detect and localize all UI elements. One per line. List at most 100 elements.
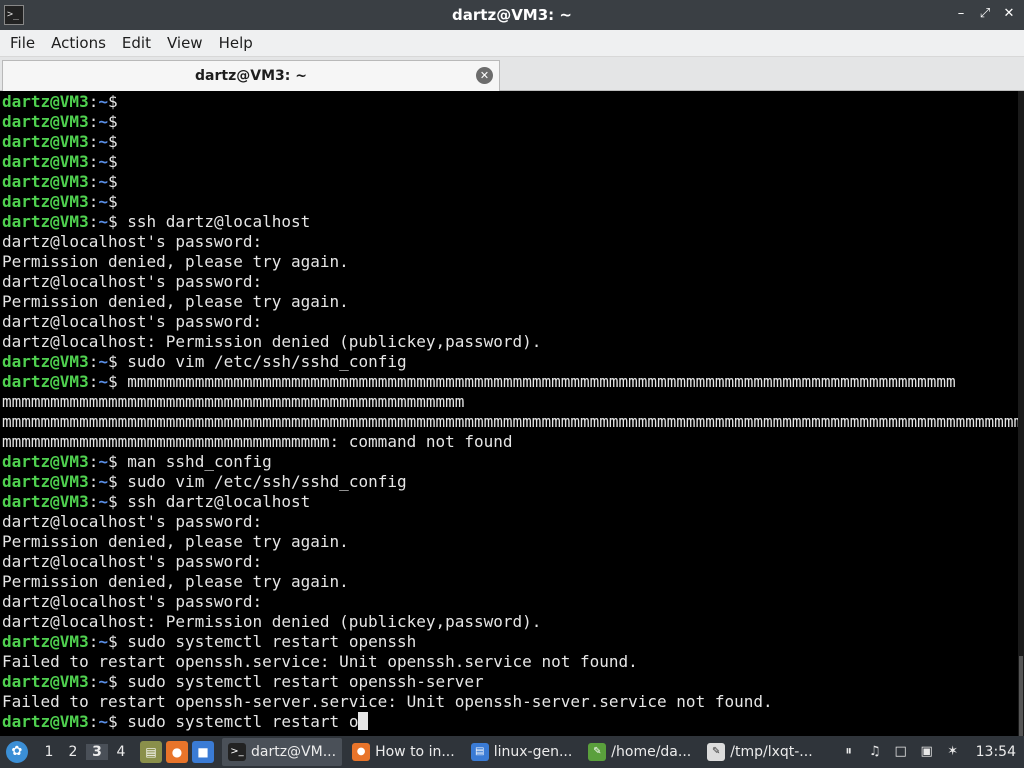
prompt-separator: : [88,352,99,371]
terminal-icon: >_ [228,743,246,761]
terminal-line: Failed to restart openssh.service: Unit … [2,652,1024,672]
terminal-line: dartz@VM3:~$ [2,132,1024,152]
output-text: Permission denied, please try again. [2,292,349,311]
desktop-switcher: 1234 [36,744,132,760]
command-text: mmmmmmmmmmmmmmmmmmmmmmmmmmmmmmmmmmmmmmmm… [117,372,956,391]
output-text: dartz@localhost: Permission denied (publ… [2,332,542,351]
tray-icons: ⏸ ♫ □ ▣ ✶ [840,743,962,761]
window-title: dartz@VM3: ~ [452,6,572,24]
desktop-1[interactable]: 1 [38,744,60,760]
terminal-line: dartz@localhost's password: [2,272,1024,292]
scrollbar-thumb[interactable] [1019,656,1023,736]
menu-view[interactable]: View [159,34,211,52]
pause-icon[interactable]: ⏸ [840,743,858,761]
task-list: >_ dartz@VM... ● How to in... ▤ linux-gen... ✎… [218,738,819,766]
taskbar-task[interactable]: ▤ linux-gen... [465,738,579,766]
window-titlebar[interactable]: >_ dartz@VM3: ~ – ⤢ ✕ [0,0,1024,30]
prompt-path: ~ [98,632,108,651]
menu-help[interactable]: Help [211,34,261,52]
prompt-user: dartz@VM3 [2,712,89,731]
desktop-4[interactable]: 4 [110,744,132,760]
command-text: sudo systemctl restart openssh-server [117,672,484,691]
prompt-dollar: $ [107,672,118,691]
terminal-line: mmmmmmmmmmmmmmmmmmmmmmmmmmmmmmmmmmmmmmmm… [2,412,1024,432]
prompt-dollar: $ [107,352,118,371]
output-text: dartz@localhost: Permission denied (publ… [2,612,542,631]
prompt-user: dartz@VM3 [2,492,89,511]
prompt-separator: : [88,632,99,651]
menu-file[interactable]: File [2,34,43,52]
prompt-separator: : [88,192,99,211]
prompt-dollar: $ [107,112,118,131]
command-text: sudo systemctl restart o [117,712,359,731]
output-text: dartz@localhost's password: [2,232,263,251]
prompt-dollar: $ [107,632,118,651]
bluetooth-icon[interactable]: ✶ [944,743,962,761]
output-text: Failed to restart openssh-server.service… [2,692,773,711]
taskbar: ✿ 1234 ▤ ● ■ >_ dartz@VM... ● How to in... ▤ li… [0,736,1024,768]
terminal-line: Permission denied, please try again. [2,252,1024,272]
network-icon[interactable]: ▣ [918,743,936,761]
prompt-user: dartz@VM3 [2,172,89,191]
output-text: mmmmmmmmmmmmmmmmmmmmmmmmmmmmmmmmmmmmmmmm… [2,412,1024,431]
prompt-user: dartz@VM3 [2,352,89,371]
terminal-line: dartz@localhost's password: [2,232,1024,252]
system-tray: ⏸ ♫ □ ▣ ✶ 13:54 [840,743,1024,761]
prompt-user: dartz@VM3 [2,672,89,691]
prompt-dollar: $ [107,92,118,111]
prompt-dollar: $ [107,472,118,491]
command-text: sudo vim /etc/ssh/sshd_config [117,352,407,371]
task-label: linux-gen... [493,744,573,760]
prompt-user: dartz@VM3 [2,152,89,171]
taskbar-task[interactable]: ✎/home/da... [582,738,697,766]
task-label: /tmp/lxqt-... [730,744,813,760]
output-text: dartz@localhost's password: [2,552,263,571]
menu-edit[interactable]: Edit [114,34,159,52]
taskbar-task[interactable]: ✎/tmp/lxqt-... [701,738,818,766]
terminal-scrollbar[interactable] [1018,91,1024,736]
taskbar-task[interactable]: >_ dartz@VM... [222,738,343,766]
prompt-separator: : [88,672,99,691]
command-text: ssh dartz@localhost [117,492,311,511]
terminal-line: dartz@VM3:~$ sudo systemctl restart open… [2,672,1024,692]
show-desktop-icon[interactable]: ■ [192,741,214,763]
file-manager-icon[interactable]: ▤ [140,741,162,763]
clock[interactable]: 13:54 [976,744,1016,760]
terminal-line: Permission denied, please try again. [2,532,1024,552]
tab-close-icon[interactable]: ✕ [476,67,493,84]
terminal-line: mmmmmmmmmmmmmmmmmmmmmmmmmmmmmmmmmm: comm… [2,432,1024,452]
terminal-line: dartz@VM3:~$ [2,112,1024,132]
terminal-app-icon[interactable]: >_ [4,5,24,25]
terminal-line: dartz@VM3:~$ ssh dartz@localhost [2,212,1024,232]
output-text: dartz@localhost's password: [2,312,263,331]
prompt-user: dartz@VM3 [2,452,89,471]
firefox-icon[interactable]: ● [166,741,188,763]
menu-actions[interactable]: Actions [43,34,114,52]
close-icon[interactable]: ✕ [1002,6,1016,21]
command-text: sudo vim /etc/ssh/sshd_config [117,472,407,491]
terminal-line: Failed to restart openssh-server.service… [2,692,1024,712]
task-label: /home/da... [611,744,692,760]
prompt-dollar: $ [107,192,118,211]
taskbar-task[interactable]: ● How to in... [346,738,461,766]
clipboard-icon[interactable]: □ [892,743,910,761]
terminal-line: dartz@VM3:~$ [2,172,1024,192]
prompt-dollar: $ [107,492,118,511]
tab-label: dartz@VM3: ~ [195,68,307,84]
folder-icon: ▤ [470,743,489,761]
maximize-icon[interactable]: ⤢ [978,6,992,21]
window-controls: – ⤢ ✕ [954,6,1016,21]
terminal-lines: dartz@VM3:~$ dartz@VM3:~$ dartz@VM3:~$ dart… [2,92,1024,732]
prompt-dollar: $ [107,132,118,151]
desktop-3[interactable]: 3 [86,744,108,760]
minimize-icon[interactable]: – [954,6,968,21]
terminal-output[interactable]: dartz@VM3:~$ dartz@VM3:~$ dartz@VM3:~$ dart… [0,91,1024,736]
tab-terminal[interactable]: dartz@VM3: ~ ✕ [2,60,500,91]
text-editor-icon: ✎ [588,743,607,761]
prompt-path: ~ [98,132,108,151]
desktop-2[interactable]: 2 [62,744,84,760]
volume-icon[interactable]: ♫ [866,743,884,761]
prompt-path: ~ [98,212,108,231]
start-menu-icon[interactable]: ✿ [6,741,28,763]
prompt-separator: : [88,92,99,111]
